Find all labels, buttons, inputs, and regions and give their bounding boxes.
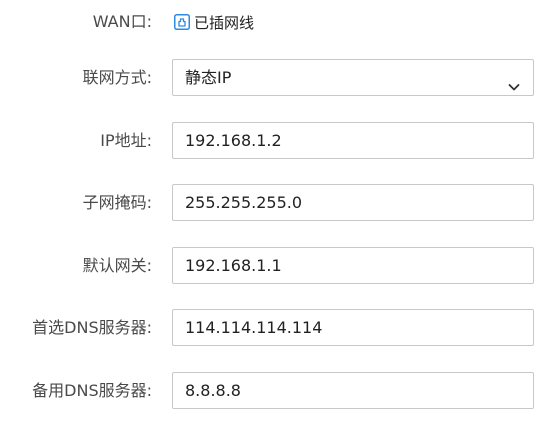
connection-type-label: 联网方式: [82,68,152,87]
subnet-mask-input[interactable] [172,184,534,221]
primary-dns-row: 首选DNS服务器: [0,308,558,348]
gateway-label: 默认网关: [82,256,152,275]
subnet-mask-row: 子网掩码: [0,183,558,223]
ip-address-row: IP地址: [0,121,558,161]
wan-label: WAN口: [92,12,152,31]
wan-status-text: 已插网线 [194,13,255,32]
wan-row: WAN口: 已插网线 [0,2,558,42]
ethernet-port-icon [174,14,190,30]
connection-type-row: 联网方式: 静态IP [0,58,558,98]
subnet-mask-label: 子网掩码: [82,193,152,212]
gateway-row: 默认网关: [0,246,558,286]
secondary-dns-row: 备用DNS服务器: [0,371,558,411]
primary-dns-input[interactable] [172,309,534,346]
secondary-dns-label: 备用DNS服务器: [32,381,152,400]
connection-type-value: 静态IP [185,68,232,87]
connection-type-select[interactable]: 静态IP [172,59,534,96]
secondary-dns-input[interactable] [172,372,534,409]
wan-status: 已插网线 [174,2,254,42]
ip-address-input[interactable] [172,122,534,159]
primary-dns-label: 首选DNS服务器: [32,318,152,337]
ip-address-label: IP地址: [100,131,152,150]
wan-settings-form: WAN口: 已插网线 联网方式: 静态IP IP地址: 192.168.1.2 … [0,0,558,424]
gateway-input[interactable] [172,247,534,284]
chevron-down-icon [507,71,521,90]
